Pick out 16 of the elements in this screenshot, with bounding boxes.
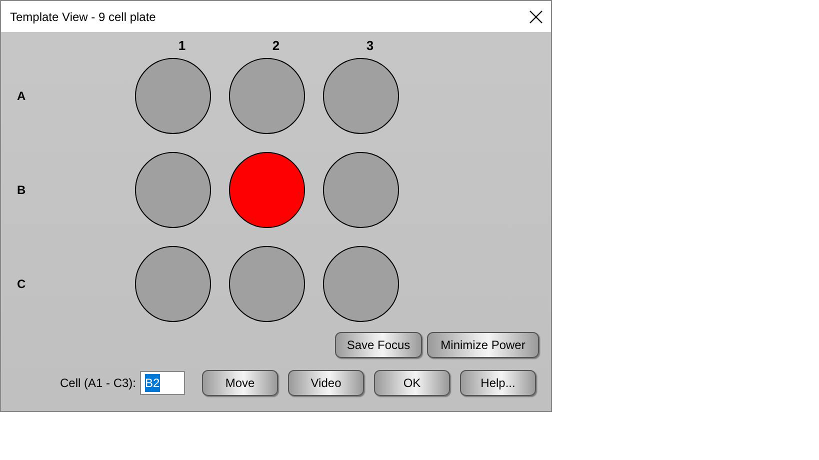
column-label: 2: [271, 37, 280, 54]
window-title: Template View - 9 cell plate: [10, 8, 156, 26]
column-label: 1: [177, 37, 186, 54]
row-label: C: [17, 276, 26, 292]
close-icon[interactable]: [529, 10, 543, 24]
dialog-button[interactable]: Video: [288, 370, 364, 396]
column-label: 3: [365, 37, 374, 54]
dialog-button[interactable]: OK: [374, 370, 450, 396]
cell-input-field[interactable]: B2: [140, 371, 186, 395]
row-label: A: [17, 88, 26, 104]
dialog-button[interactable]: Move: [202, 370, 278, 396]
minimize-power-button[interactable]: Minimize Power: [427, 332, 539, 358]
field-label: Cell (A1 - C3):: [60, 375, 136, 392]
save-focus-button[interactable]: Save Focus: [335, 332, 422, 358]
row-label: B: [17, 182, 26, 198]
dialog-button[interactable]: Help...: [460, 370, 536, 396]
